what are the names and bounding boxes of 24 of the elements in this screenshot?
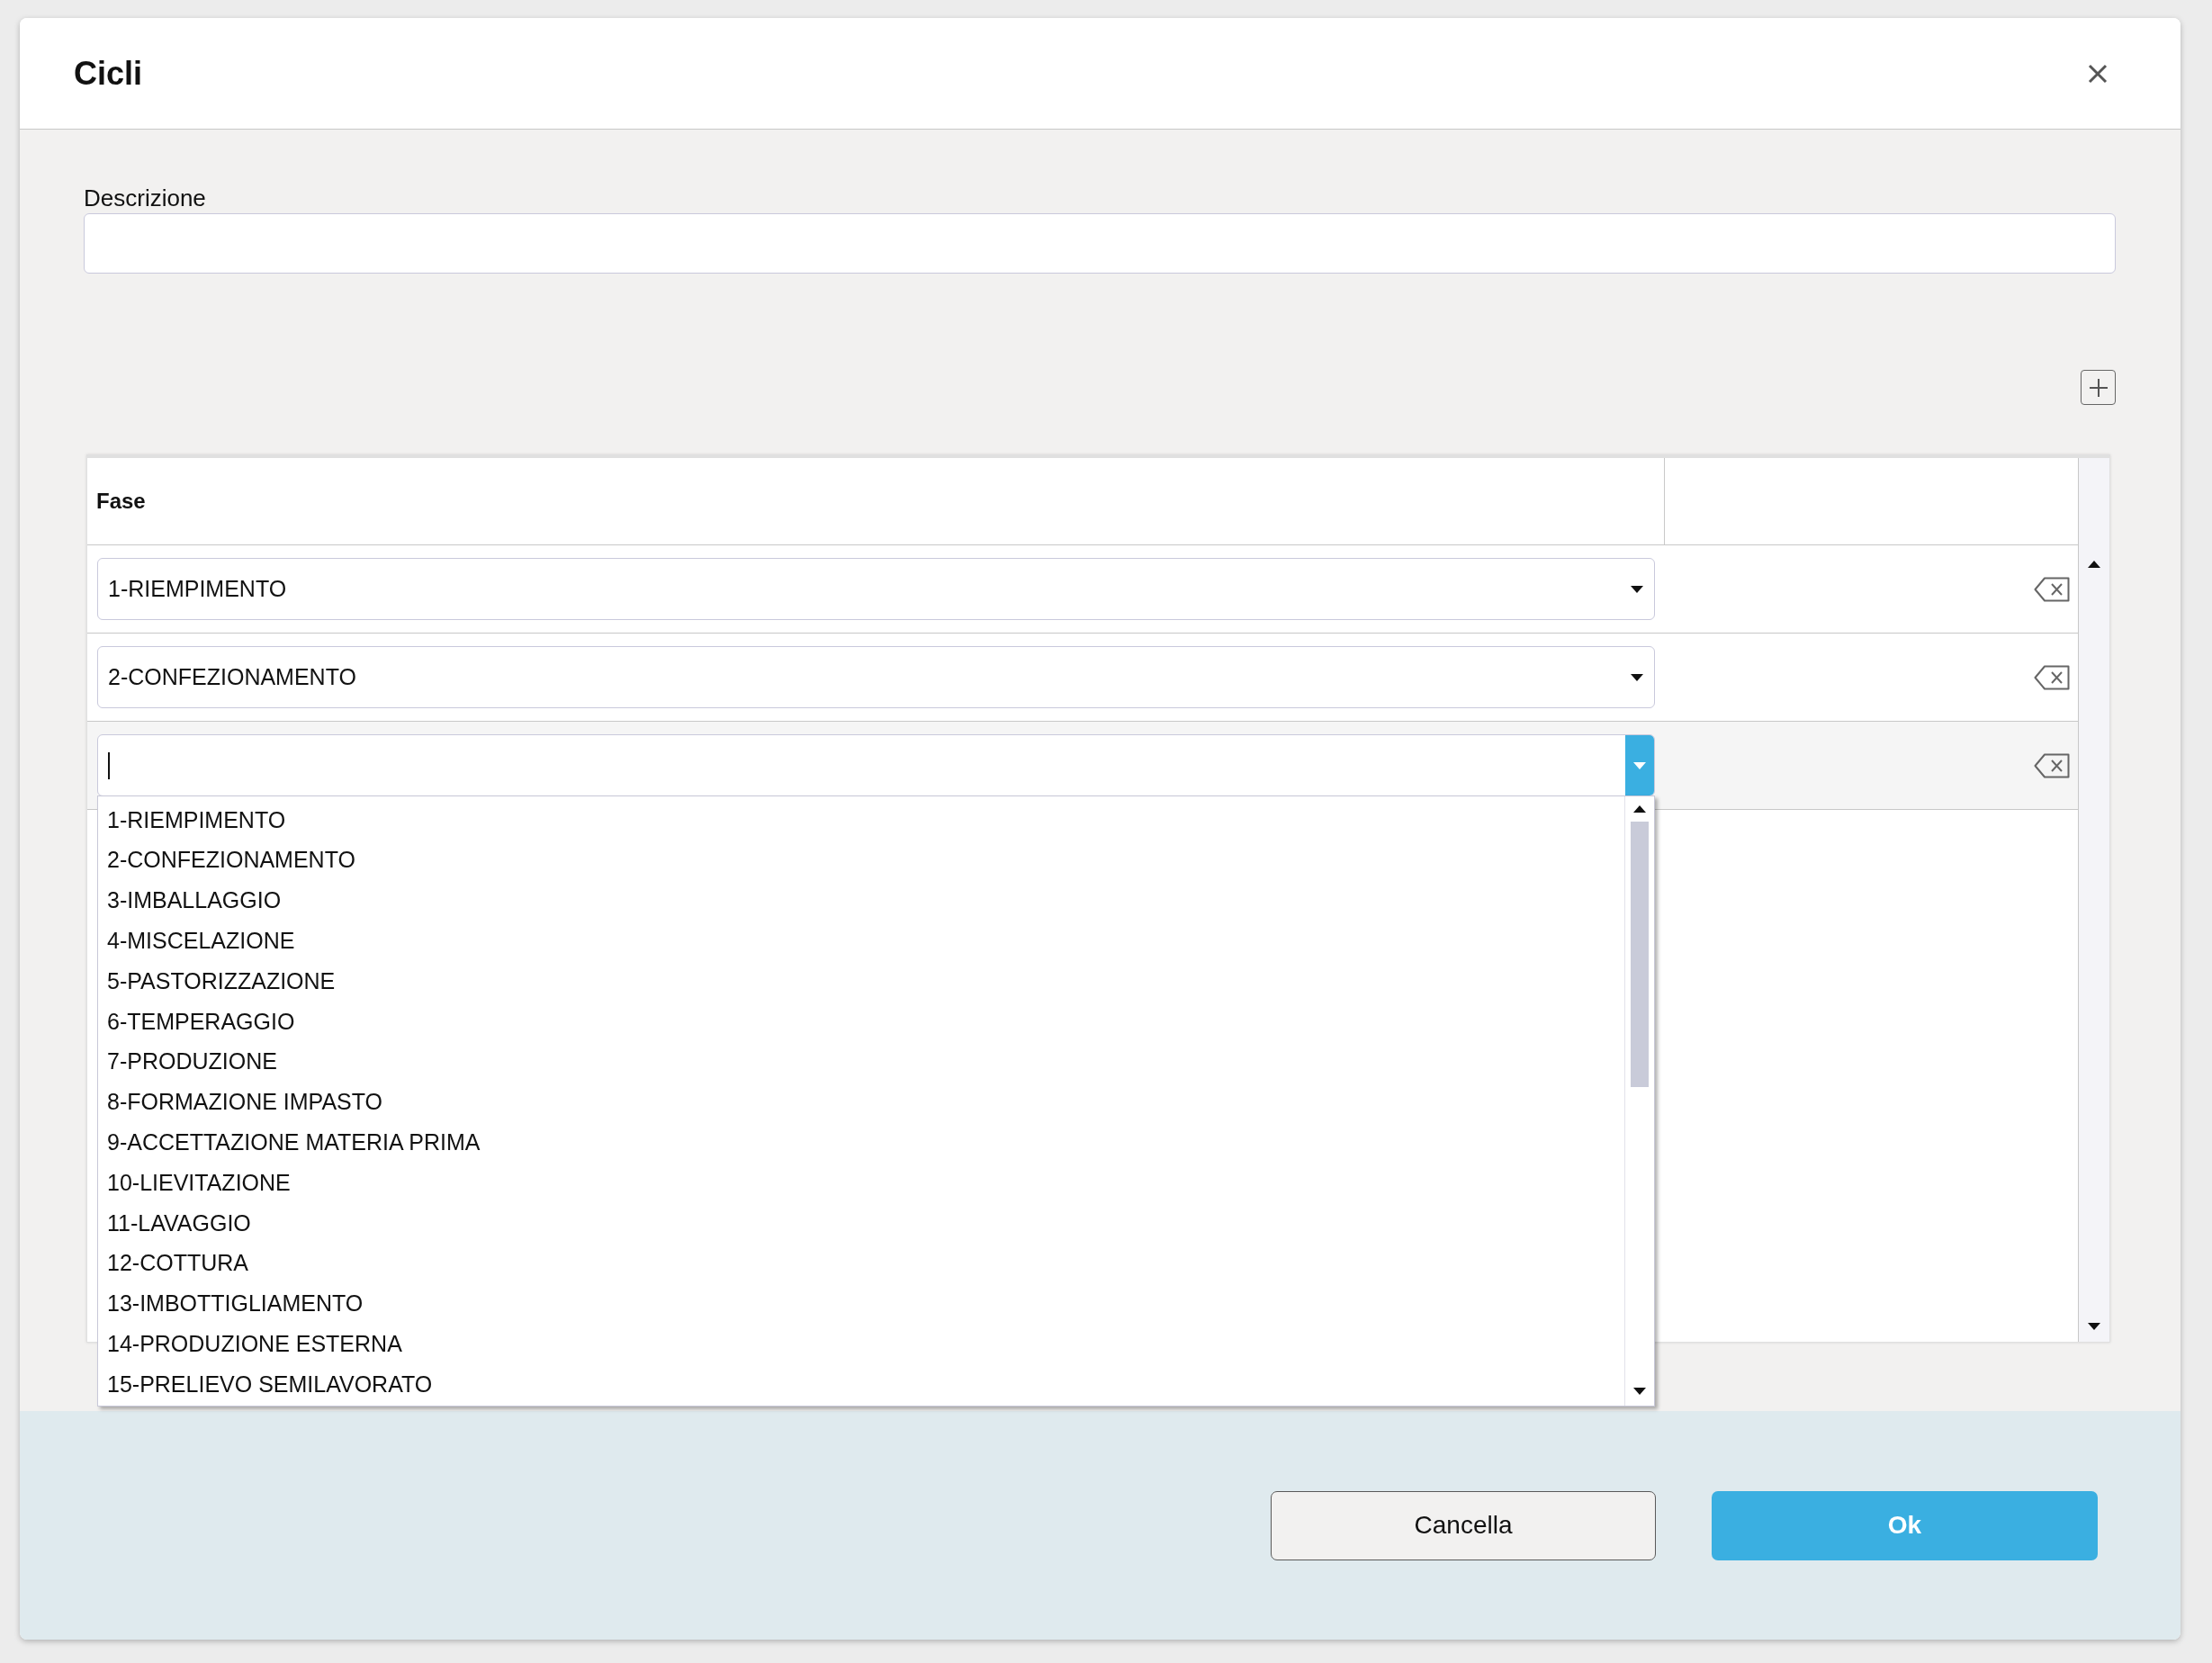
- scroll-thumb[interactable]: [1631, 822, 1649, 1087]
- backspace-icon[interactable]: [2034, 664, 2070, 690]
- caret-icon: [1633, 761, 1646, 769]
- scroll-up-arrow-icon[interactable]: [1633, 805, 1646, 813]
- add-button[interactable]: [2081, 370, 2116, 405]
- close-icon[interactable]: [2088, 63, 2108, 84]
- text-cursor-icon: [108, 751, 110, 779]
- description-input[interactable]: [84, 213, 2116, 274]
- column-header: Fase: [96, 488, 146, 515]
- dropdown-scrollbar[interactable]: [1624, 796, 1654, 1406]
- plus-icon: [2088, 377, 2109, 398]
- caret-icon: [1631, 585, 1643, 593]
- table-scrollbar[interactable]: [2078, 458, 2109, 1342]
- scroll-down-arrow-icon[interactable]: [1633, 1388, 1646, 1395]
- field-label: Descrizione: [84, 184, 207, 211]
- select-field[interactable]: 2-CONFEZIONAMENTO: [97, 646, 1655, 708]
- scroll-up-arrow-icon[interactable]: [2088, 561, 2100, 568]
- cancel-button[interactable]: Cancella: [1271, 1490, 1656, 1560]
- backspace-icon[interactable]: [2034, 576, 2070, 602]
- dialog-title: Cicli: [74, 53, 143, 94]
- backspace-icon[interactable]: [2034, 752, 2070, 778]
- select-field[interactable]: 1-RIEMPIMENTO: [97, 558, 1655, 620]
- caret-icon: [1631, 673, 1643, 681]
- scroll-down-arrow-icon[interactable]: [2088, 1323, 2100, 1330]
